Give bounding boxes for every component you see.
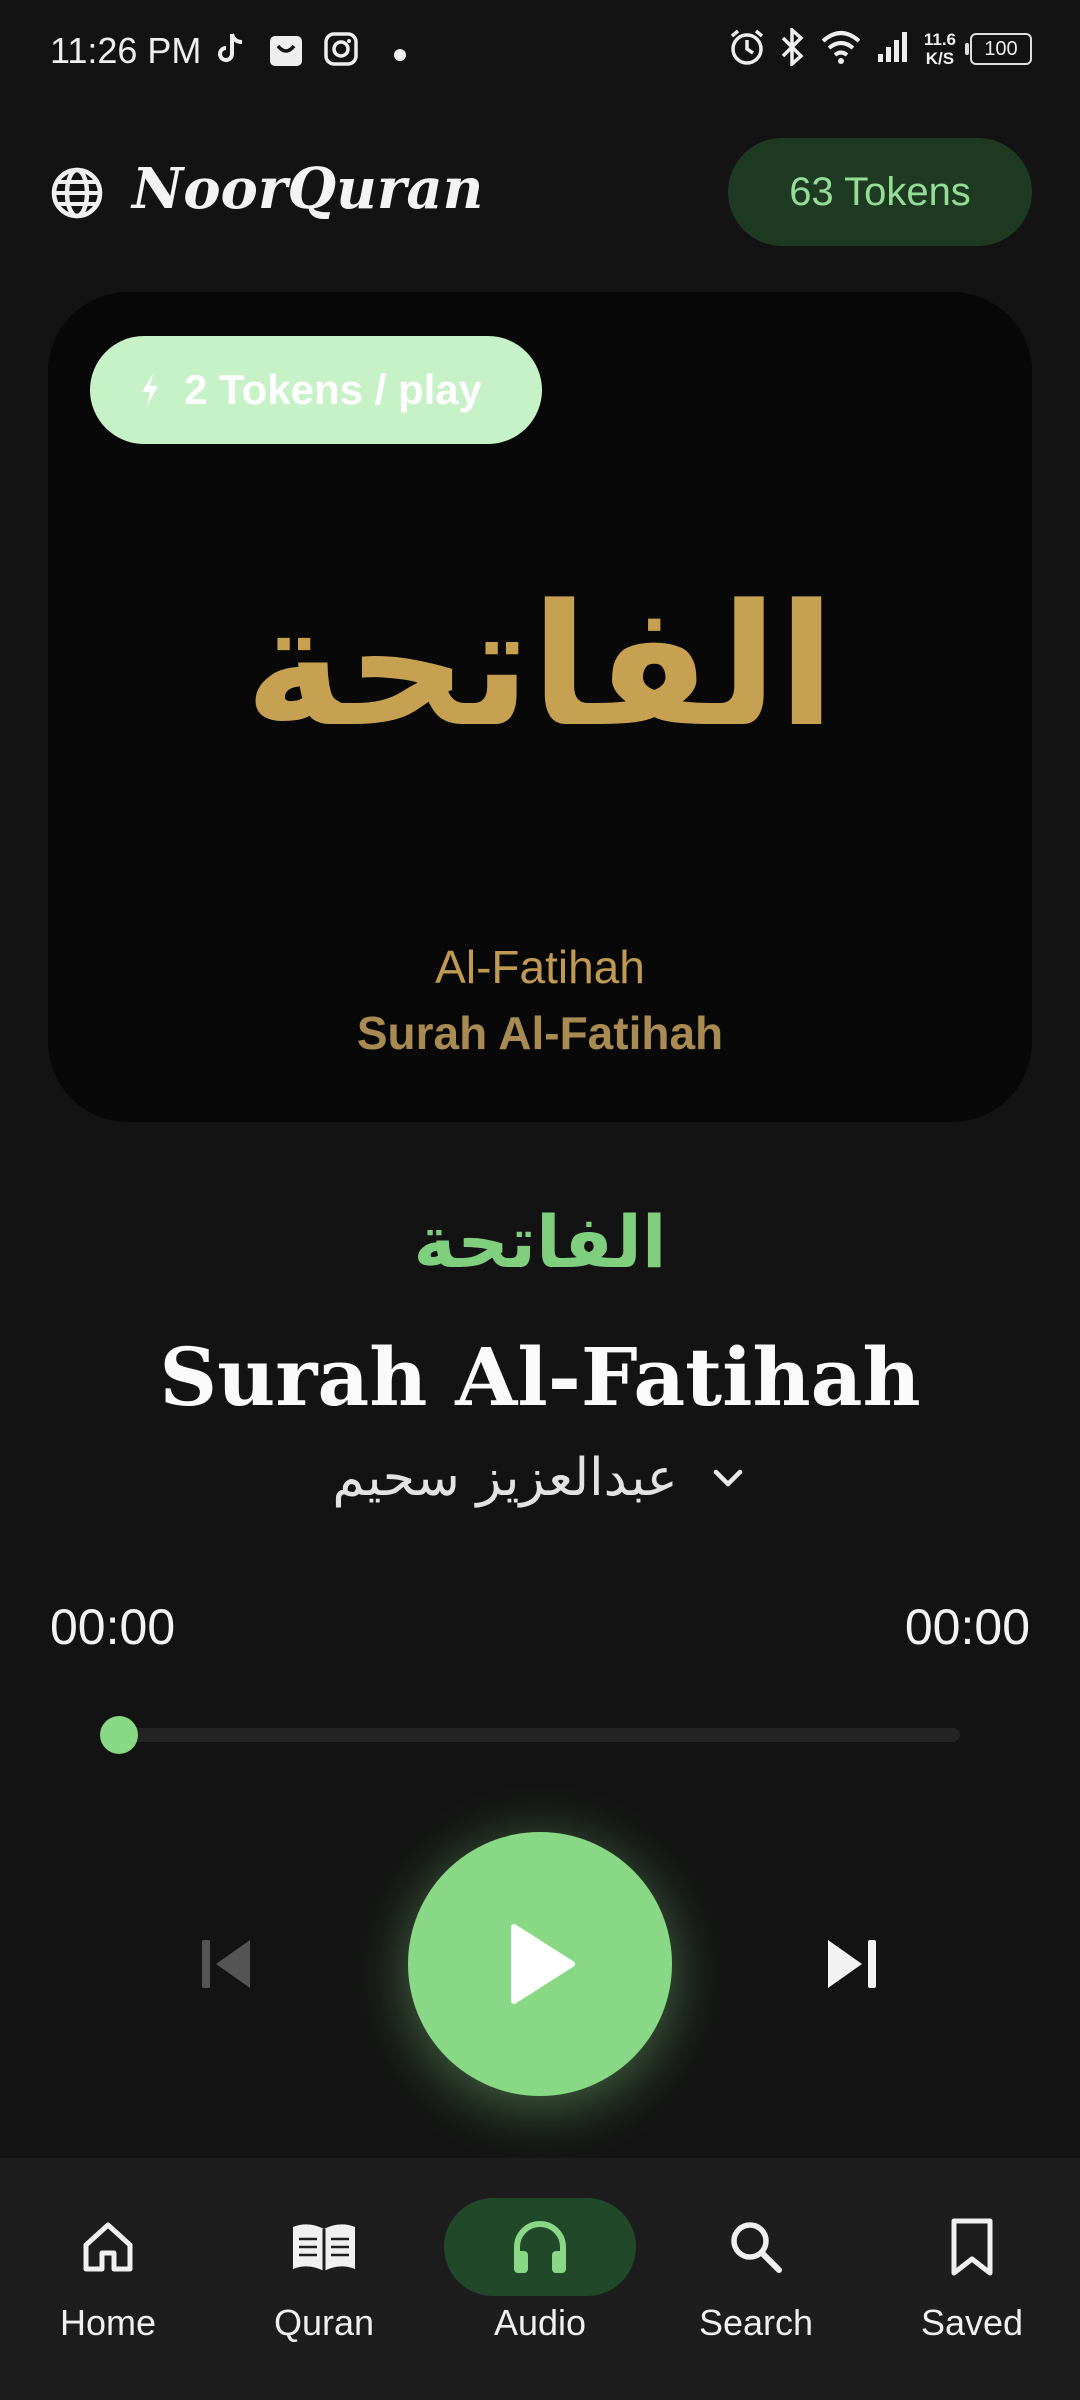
shopping-bag-icon	[268, 32, 304, 72]
surah-label: Surah Al-Fatihah	[356, 1007, 724, 1059]
nav-item-home[interactable]: Home	[8, 2198, 208, 2344]
search-icon	[731, 2222, 782, 2273]
home-icon	[83, 2222, 133, 2272]
surah-arabic-artwork: الفاتحة	[244, 568, 836, 764]
token-cost-label: 2 Tokens / play	[184, 366, 482, 413]
skip-previous-icon	[202, 1940, 250, 1988]
surah-english-name: Al-Fatihah	[435, 941, 645, 993]
reciter-selector[interactable]: عبدالعزيز سحيم	[0, 1448, 1080, 1508]
chevron-down-icon[interactable]	[708, 1458, 748, 1498]
total-time: 00:00	[904, 1599, 1030, 1655]
status-bar: 11:26 PM 11.6 K/S 100	[0, 0, 1080, 108]
headphones-icon	[514, 2221, 566, 2273]
nav-label-saved: Saved	[920, 2302, 1024, 2343]
tiktok-icon	[218, 32, 246, 70]
token-balance-button[interactable]: 63 Tokens	[728, 138, 1032, 246]
signal-icon	[876, 30, 910, 68]
nav-label-search: Search	[698, 2302, 814, 2343]
surah-artwork-card: 2 Tokens / play الفاتحة Al-Fatihah Surah…	[48, 292, 1032, 1122]
battery-indicator: 100	[965, 33, 1032, 65]
nav-item-quran[interactable]: Quran	[224, 2198, 424, 2344]
nav-label-audio: Audio	[493, 2302, 587, 2343]
bookmark-icon	[951, 2218, 993, 2276]
dot-icon	[394, 46, 406, 65]
current-time: 00:00	[50, 1599, 176, 1655]
nav-label-quran: Quran	[273, 2302, 375, 2343]
seek-thumb[interactable]	[100, 1716, 138, 1754]
instagram-icon	[324, 32, 358, 70]
app-header: NoorQuran 63 Tokens	[0, 138, 1080, 248]
token-cost-badge: 2 Tokens / play	[90, 336, 542, 444]
surah-arabic-title: الفاتحة	[413, 1200, 667, 1284]
surah-title: Surah Al-Fatihah	[159, 1330, 921, 1424]
skip-next-icon	[828, 1940, 876, 1988]
book-icon	[293, 2224, 355, 2273]
app-title: NoorQuran	[132, 156, 484, 222]
bottom-navigation: Home Quran Audio Search Saved	[0, 2158, 1080, 2400]
globe-icon[interactable]	[50, 166, 104, 224]
bluetooth-icon	[780, 26, 806, 70]
network-speed: 11.6 K/S	[924, 30, 956, 68]
next-button[interactable]	[822, 1936, 882, 1996]
previous-button[interactable]	[196, 1936, 256, 1996]
nav-label-home: Home	[59, 2302, 157, 2343]
status-time: 11:26 PM	[50, 30, 202, 71]
play-button[interactable]	[408, 1832, 672, 2096]
network-speed-unit: K/S	[925, 49, 955, 68]
nav-item-search[interactable]: Search	[656, 2198, 856, 2344]
nav-item-saved[interactable]: Saved	[872, 2198, 1072, 2344]
reciter-name[interactable]: عبدالعزيز سحيم	[332, 1448, 677, 1508]
nav-item-audio[interactable]: Audio	[440, 2198, 640, 2344]
network-speed-value: 11.6	[923, 30, 956, 49]
alarm-icon	[728, 28, 766, 70]
bolt-icon	[142, 374, 158, 406]
wifi-icon	[820, 30, 862, 68]
play-icon	[511, 1924, 575, 2004]
seek-bar[interactable]	[100, 1728, 960, 1742]
